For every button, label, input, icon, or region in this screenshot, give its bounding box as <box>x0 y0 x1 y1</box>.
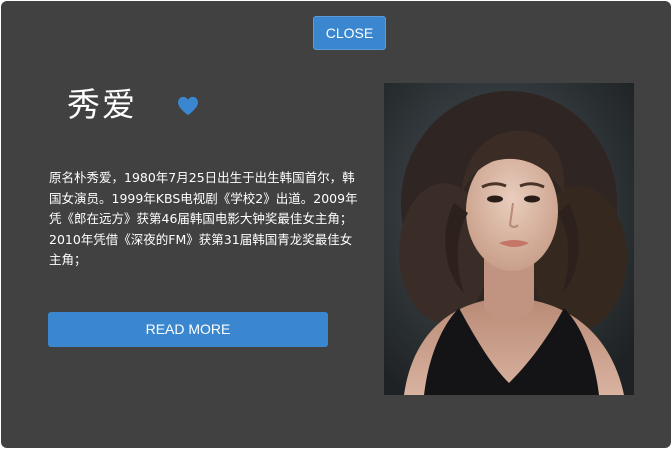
profile-bio: 原名朴秀爱，1980年7月25日出生于出生韩国首尔，韩国女演员。1999年KBS… <box>49 170 358 267</box>
read-more-button[interactable]: READ MORE <box>48 312 328 347</box>
close-button[interactable]: CLOSE <box>313 16 386 50</box>
profile-photo <box>384 83 634 395</box>
portrait-illustration <box>384 83 634 395</box>
profile-name: 秀爱 <box>67 85 137 124</box>
profile-modal: CLOSE 秀爱 原名朴秀爱，1980年7月25日出生于出生韩国首尔，韩国女演员… <box>1 1 671 448</box>
heart-icon[interactable] <box>177 96 199 116</box>
